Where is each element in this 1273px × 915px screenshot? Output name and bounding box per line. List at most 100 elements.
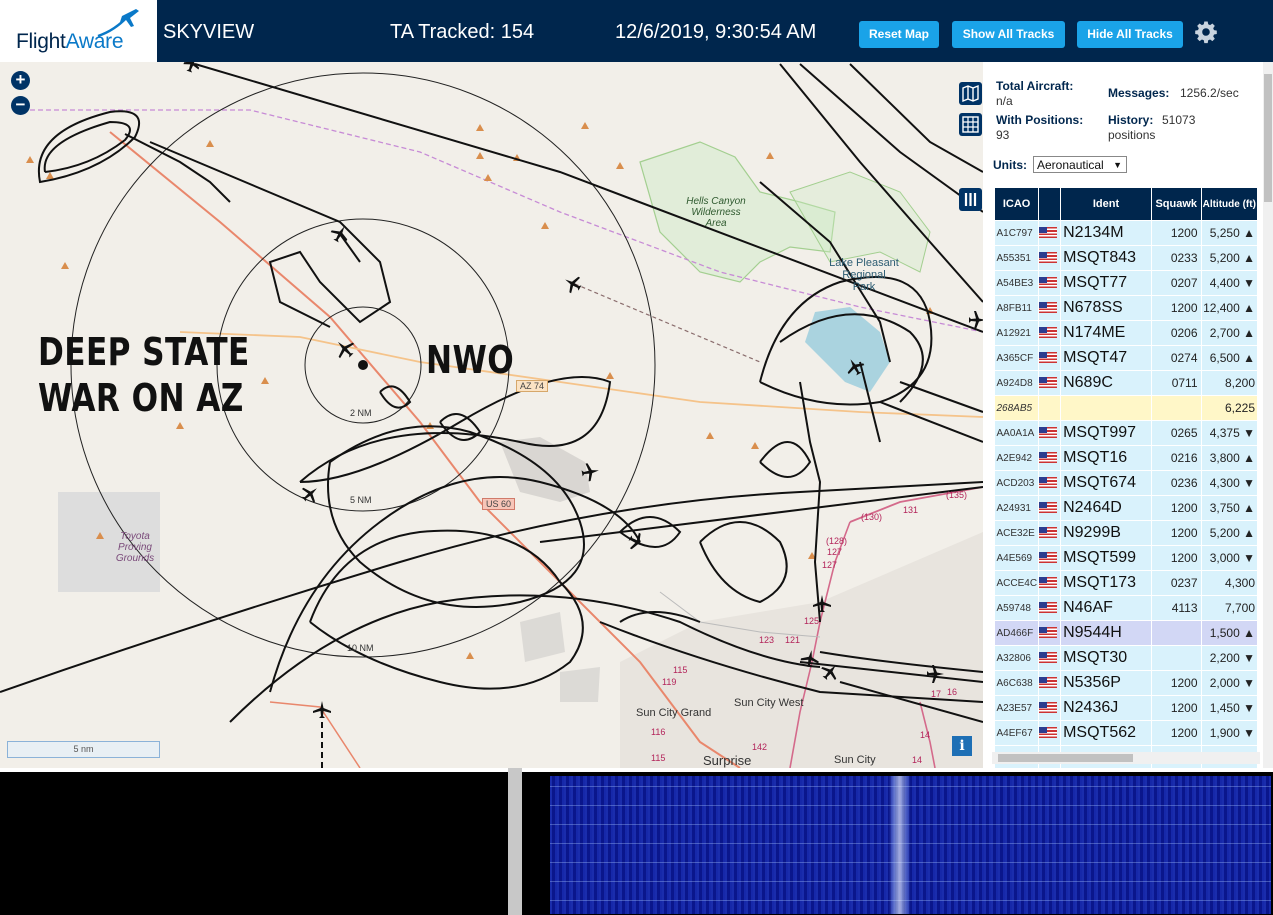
info-button[interactable]: i	[952, 736, 972, 756]
sidebar-horizontal-scrollbar[interactable]	[992, 752, 1260, 764]
cell-altitude: 1,450 ▼	[1201, 695, 1259, 721]
cell-icao: A365CF	[994, 345, 1040, 371]
cell-ident: MSQT843	[1060, 245, 1152, 271]
cell-squawk: 0711	[1151, 370, 1202, 396]
cell-altitude: 1,500 ▲	[1201, 620, 1259, 646]
cell-flag	[1038, 670, 1062, 696]
us-flag-icon	[1039, 652, 1058, 664]
cell-squawk: 0274	[1151, 345, 1202, 371]
cell-icao: AA0A1A	[994, 420, 1040, 446]
us-flag-icon	[1039, 252, 1058, 264]
show-all-tracks-button[interactable]: Show All Tracks	[952, 21, 1065, 48]
cell-ident: MSQT997	[1060, 420, 1152, 446]
cell-squawk: 1200	[1151, 220, 1202, 246]
range-label-10nm: 10 NM	[347, 643, 374, 653]
road-number: 125	[804, 616, 820, 626]
column-header-altitude[interactable]: Altitude (ft)	[1200, 187, 1259, 221]
place-sun-city-grand: Sun City Grand	[636, 707, 712, 719]
cell-altitude: 5,250 ▲	[1201, 220, 1259, 246]
table-row[interactable]: AA0A1A MSQT997 0265 4,375 ▼	[994, 420, 1259, 446]
table-row[interactable]: A4E569 MSQT599 1200 3,000 ▼	[994, 545, 1259, 571]
cell-squawk: 0233	[1151, 245, 1202, 271]
table-row[interactable]: A23E57 N2436J 1200 1,450 ▼	[994, 695, 1259, 721]
cell-altitude: 2,200 ▼	[1201, 645, 1259, 671]
road-shield-az74: AZ 74	[516, 380, 549, 392]
cell-altitude: 6,225	[1201, 395, 1259, 421]
label-line: Grounds	[115, 553, 155, 564]
road-number: 14	[912, 755, 923, 765]
road-number: 127	[822, 560, 838, 570]
column-header-squawk[interactable]: Squawk	[1150, 187, 1202, 221]
column-header-icao[interactable]: ICAO	[993, 187, 1040, 221]
with-positions-label: With Positions:	[996, 113, 1084, 127]
reset-map-button[interactable]: Reset Map	[859, 21, 939, 48]
road-number: 123	[759, 635, 775, 645]
scrollbar-thumb[interactable]	[998, 754, 1133, 762]
cell-squawk: 1200	[1151, 495, 1202, 521]
hide-all-tracks-button[interactable]: Hide All Tracks	[1077, 21, 1183, 48]
road-number: 142	[752, 742, 768, 752]
place-sun-city-west: Sun City West	[734, 697, 804, 709]
road-number: 131	[903, 505, 919, 515]
flightaware-logo[interactable]: FlightAware	[0, 0, 157, 62]
units-select[interactable]: Aeronautical ▼	[1033, 156, 1127, 173]
table-row[interactable]: ACCE4C MSQT173 0237 4,300	[994, 570, 1259, 596]
table-row[interactable]: A924D8 N689C 0711 8,200	[994, 370, 1259, 396]
table-row[interactable]: A54BE3 MSQT77 0207 4,400 ▼	[994, 270, 1259, 296]
cell-altitude: 4,375 ▼	[1201, 420, 1259, 446]
us-flag-icon	[1039, 577, 1058, 589]
messages-label: Messages:	[1108, 86, 1170, 100]
gear-icon[interactable]	[1194, 20, 1218, 44]
cell-flag	[1038, 570, 1062, 596]
units-selected-value: Aeronautical	[1037, 158, 1104, 172]
cell-icao: A2E942	[994, 445, 1040, 471]
table-row[interactable]: A8FB11 N678SS 1200 12,400 ▲	[994, 295, 1259, 321]
zoom-in-button[interactable]: +	[11, 71, 30, 90]
spectrum-waterfall	[522, 772, 1273, 915]
column-toggle-button[interactable]	[959, 188, 982, 211]
cell-altitude: 12,400 ▲	[1201, 295, 1259, 321]
place-sun-city: Sun City	[834, 754, 876, 766]
table-row[interactable]: A365CF MSQT47 0274 6,500 ▲	[994, 345, 1259, 371]
table-row[interactable]: A32806 MSQT30 2,200 ▼	[994, 645, 1259, 671]
us-flag-icon	[1039, 302, 1058, 314]
table-row[interactable]: A6C638 N5356P 1200 2,000 ▼	[994, 670, 1259, 696]
cell-altitude: 4,300	[1201, 570, 1259, 596]
cell-squawk: 0206	[1151, 320, 1202, 346]
label-line: Hells Canyon	[686, 196, 746, 207]
table-row[interactable]: A4EF67 MSQT562 1200 1,900 ▼	[994, 720, 1259, 746]
sidebar-vertical-scrollbar[interactable]	[1263, 62, 1273, 768]
zoom-out-button[interactable]: −	[11, 96, 30, 115]
aircraft-table-body: A1C797 N2134M 1200 5,250 ▲ A55351 MSQT843 0233…	[994, 220, 1259, 768]
table-row[interactable]: ACE32E N9299B 1200 5,200 ▲	[994, 520, 1259, 546]
cell-ident: N2464D	[1060, 495, 1152, 521]
cell-icao: A924D8	[994, 370, 1040, 396]
table-row[interactable]: A1C797 N2134M 1200 5,250 ▲	[994, 220, 1259, 246]
table-row[interactable]: ACD203 MSQT674 0236 4,300 ▼	[994, 470, 1259, 496]
cell-squawk: 4113	[1151, 595, 1202, 621]
scrollbar-thumb[interactable]	[1264, 74, 1272, 202]
cell-ident: N2134M	[1060, 220, 1152, 246]
cell-squawk: 0237	[1151, 570, 1202, 596]
aircraft-icon	[628, 532, 645, 550]
total-aircraft-label: Total Aircraft:	[996, 79, 1074, 93]
column-header-ident[interactable]: Ident	[1060, 187, 1152, 221]
table-row[interactable]: 268AB5 6,225	[994, 395, 1259, 421]
map-layers-button[interactable]	[959, 82, 982, 105]
cell-ident: MSQT30	[1060, 645, 1152, 671]
label-line: Toyota	[120, 531, 150, 542]
table-row[interactable]: A12921 N174ME 0206 2,700 ▲	[994, 320, 1259, 346]
column-header-flag[interactable]	[1038, 187, 1062, 221]
table-row[interactable]: A24931 N2464D 1200 3,750 ▲	[994, 495, 1259, 521]
map-view[interactable]: DEEP STATE WAR ON AZ NWO 2 NM 5 NM 10 NM…	[0, 62, 983, 768]
cell-squawk: 0236	[1151, 470, 1202, 496]
aircraft-table: ICAO Ident Squawk Altitude (ft) A1C797 N2…	[993, 187, 1259, 768]
grid-toggle-button[interactable]	[959, 113, 982, 136]
table-row[interactable]: A55351 MSQT843 0233 5,200 ▲	[994, 245, 1259, 271]
overlay-text-war-on-az: WAR ON AZ	[38, 376, 244, 420]
table-row[interactable]: AD466F N9544H 1,500 ▲	[994, 620, 1259, 646]
table-row[interactable]: A2E942 MSQT16 0216 3,800 ▲	[994, 445, 1259, 471]
table-row[interactable]: A59748 N46AF 4113 7,700	[994, 595, 1259, 621]
place-surprise: Surprise	[703, 753, 752, 768]
cell-altitude: 3,750 ▲	[1201, 495, 1259, 521]
